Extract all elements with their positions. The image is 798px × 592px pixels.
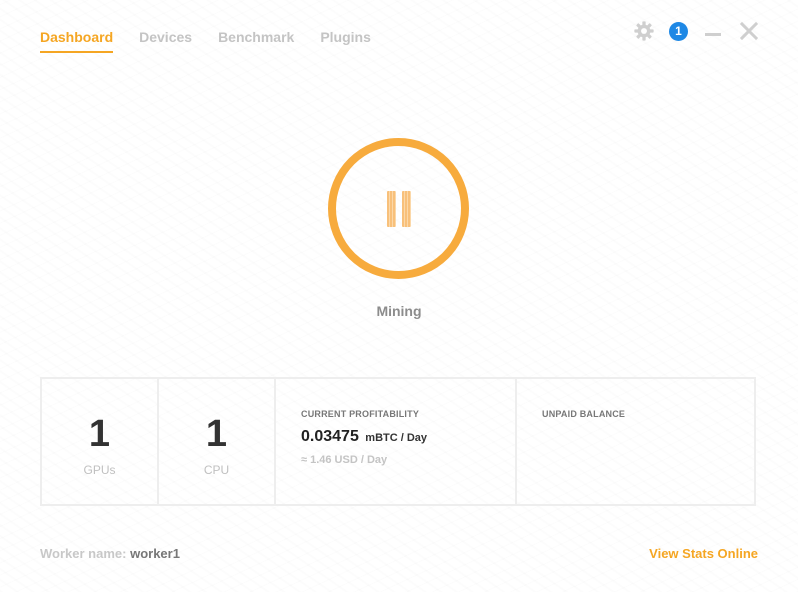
tab-devices[interactable]: Devices bbox=[139, 29, 192, 53]
pause-bar-right bbox=[401, 190, 411, 227]
stats-panel: 1 GPUs 1 CPU CURRENT PROFITABILITY 0.034… bbox=[40, 377, 756, 506]
pause-icon bbox=[386, 190, 411, 227]
profitability-usd: ≈ 1.46 USD / Day bbox=[301, 454, 388, 466]
cpu-count: 1 bbox=[205, 413, 228, 455]
minimize-icon[interactable] bbox=[702, 20, 724, 42]
tab-benchmark[interactable]: Benchmark bbox=[218, 29, 294, 53]
window-controls: 1 bbox=[633, 20, 760, 42]
gpu-label: GPUs bbox=[83, 463, 116, 477]
worker-name-label: Worker name: bbox=[40, 546, 131, 561]
mining-status-label: Mining bbox=[376, 303, 422, 319]
cpu-label: CPU bbox=[203, 463, 230, 477]
profitability-value-row: 0.03475 mBTC / Day bbox=[301, 428, 515, 446]
profitability-title: CURRENT PROFITABILITY bbox=[301, 409, 420, 419]
gear-icon[interactable] bbox=[633, 20, 655, 42]
tab-dashboard[interactable]: Dashboard bbox=[40, 29, 114, 53]
view-stats-online-link[interactable]: View Stats Online bbox=[649, 546, 758, 561]
worker-name: Worker name: worker1 bbox=[40, 546, 180, 561]
pause-bar-left bbox=[386, 190, 396, 227]
profitability-value: 0.03475 bbox=[301, 428, 359, 445]
profitability-unit: mBTC / Day bbox=[365, 432, 428, 444]
main-tabs: Dashboard Devices Benchmark Plugins bbox=[40, 29, 371, 53]
mining-toggle-button[interactable] bbox=[328, 138, 469, 279]
worker-name-value: worker1 bbox=[130, 546, 180, 561]
profitability-cell: CURRENT PROFITABILITY 0.03475 mBTC / Day… bbox=[276, 379, 517, 504]
unpaid-balance-title: UNPAID BALANCE bbox=[542, 409, 626, 419]
gpu-count-cell: 1 GPUs bbox=[42, 379, 159, 504]
cpu-count-cell: 1 CPU bbox=[159, 379, 276, 504]
tab-plugins[interactable]: Plugins bbox=[320, 29, 371, 53]
notification-badge[interactable]: 1 bbox=[669, 21, 688, 41]
close-icon[interactable] bbox=[738, 20, 760, 42]
gpu-count: 1 bbox=[88, 413, 111, 455]
unpaid-balance-cell: UNPAID BALANCE bbox=[517, 379, 754, 504]
